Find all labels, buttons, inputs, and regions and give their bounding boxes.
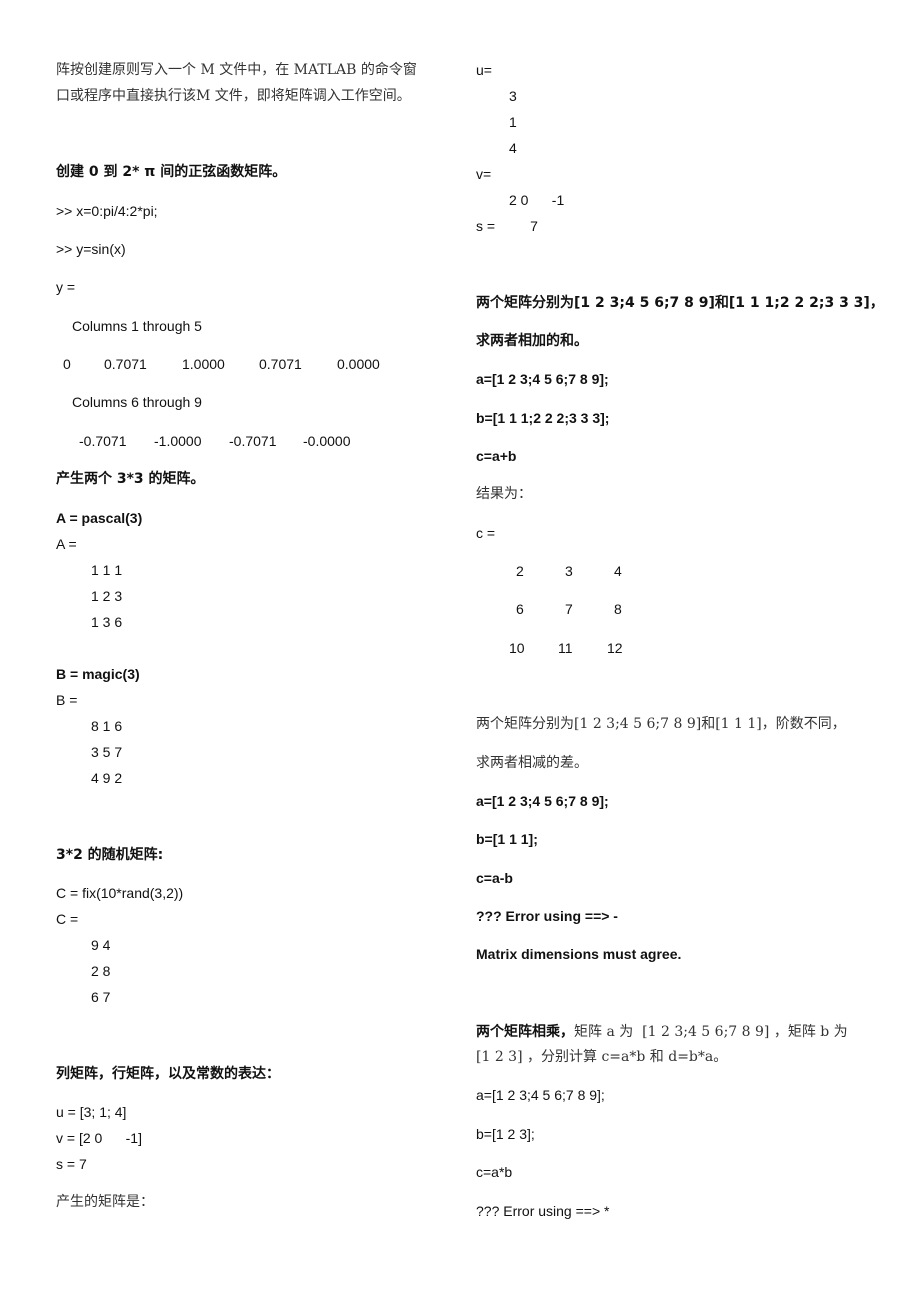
columns-6-9-label: Columns 6 through 9	[72, 394, 202, 410]
sine-cmd-1: >> x=0:pi/4:2*pi;	[56, 203, 158, 219]
matrix-value: 6	[516, 601, 524, 617]
addition-a-command: a=[1 2 3;4 5 6;7 8 9];	[476, 371, 609, 387]
matrix-b-label: B =	[56, 692, 78, 708]
addition-result-label: 结果为：	[476, 486, 532, 502]
matrix-b-row: 4 9 2	[91, 770, 123, 786]
subtraction-c-command: c=a-b	[476, 870, 513, 886]
intro-line-1: 阵按创建原则写入一个 M 文件中，在 MATLAB 的命令窗	[56, 62, 417, 78]
subtraction-heading-2: 求两者相减的差。	[476, 755, 588, 771]
three-by-three-heading: 产生两个 3*3 的矩阵。	[56, 471, 205, 487]
matrix-value: 0	[63, 356, 71, 372]
s-output: s = 7	[476, 218, 538, 234]
sine-heading: 创建 0 到 2* π 间的正弦函数矩阵。	[56, 164, 287, 180]
matrix-value: 4	[614, 563, 622, 579]
matrix-value: 12	[607, 640, 623, 656]
matrix-value: -0.7071	[229, 433, 277, 449]
subtraction-error-line-1: ??? Error using ==> -	[476, 908, 618, 924]
matrix-value: 2	[516, 563, 524, 579]
v-output-label: v=	[476, 166, 492, 182]
matrix-value: -0.0000	[303, 433, 351, 449]
matrix-value: 7	[565, 601, 573, 617]
u-output-label: u=	[476, 62, 492, 78]
u-value: 3	[509, 88, 517, 104]
matrix-value: -1.0000	[154, 433, 202, 449]
intro-line-2: 口或程序中直接执行该M 文件，即将矩阵调入工作空间。	[56, 88, 411, 104]
columns-1-5-label: Columns 1 through 5	[72, 318, 202, 334]
multiplication-b-command: b=[1 2 3];	[476, 1126, 535, 1142]
matrix-c-row: 9 4	[91, 937, 111, 953]
matrix-b-row: 8 1 6	[91, 718, 123, 734]
multiplication-error-line-1: ??? Error using ==> *	[476, 1203, 610, 1219]
matrix-a-row: 1 2 3	[91, 588, 123, 604]
result-label: 产生的矩阵是：	[56, 1194, 154, 1210]
magic-command: B = magic(3)	[56, 666, 140, 682]
u-value: 1	[509, 114, 517, 130]
matrix-c-label: C =	[56, 911, 79, 927]
matrix-a-row: 1 1 1	[91, 562, 123, 578]
matrix-b-row: 3 5 7	[91, 744, 123, 760]
v-output-values: 2 0 -1	[509, 192, 565, 208]
matrix-value: 8	[614, 601, 622, 617]
u-definition: u = [3; 1; 4]	[56, 1104, 127, 1120]
matrix-a-row: 1 3 6	[91, 614, 123, 630]
multiplication-c-command: c=a*b	[476, 1164, 513, 1180]
multiplication-a-command: a=[1 2 3;4 5 6;7 8 9];	[476, 1087, 605, 1103]
matrix-value: 10	[509, 640, 525, 656]
subtraction-error-line-2: Matrix dimensions must agree.	[476, 946, 682, 962]
matrix-value: 0.7071	[259, 356, 302, 372]
sine-output-label: y =	[56, 279, 76, 295]
multiplication-heading-1: 两个矩阵相乘，矩阵 a 为 [1 2 3;4 5 6;7 8 9] ，矩阵 b …	[476, 1022, 848, 1041]
matrix-c-row: 2 8	[91, 963, 111, 979]
matrix-value: 1.0000	[182, 356, 225, 372]
matrix-value: 0.0000	[337, 356, 380, 372]
matrix-value: 11	[558, 640, 573, 656]
addition-heading-1: 两个矩阵分别为[1 2 3;4 5 6;7 8 9]和[1 1 1;2 2 2;…	[476, 295, 884, 311]
multiplication-heading-rest: 矩阵 a 为 [1 2 3;4 5 6;7 8 9] ，矩阵 b 为	[574, 1024, 848, 1040]
subtraction-a-command: a=[1 2 3;4 5 6;7 8 9];	[476, 793, 609, 809]
matrix-value: 3	[565, 563, 573, 579]
random-command: C = fix(10*rand(3,2))	[56, 885, 184, 901]
matrix-a-label: A =	[56, 536, 77, 552]
addition-c-label: c =	[476, 525, 496, 541]
subtraction-heading-1: 两个矩阵分别为[1 2 3;4 5 6;7 8 9]和[1 1 1]，阶数不同，	[476, 716, 846, 732]
addition-heading-2: 求两者相加的和。	[476, 333, 588, 349]
sine-cmd-2: >> y=sin(x)	[56, 241, 126, 257]
v-definition: v = [2 0 -1]	[56, 1130, 142, 1146]
s-definition: s = 7	[56, 1156, 87, 1172]
u-value: 4	[509, 140, 517, 156]
multiplication-heading-bold: 两个矩阵相乘，	[476, 1024, 574, 1040]
addition-c-command: c=a+b	[476, 448, 517, 464]
matrix-value: -0.7071	[79, 433, 127, 449]
subtraction-b-command: b=[1 1 1];	[476, 831, 538, 847]
vectors-heading: 列矩阵，行矩阵，以及常数的表达：	[56, 1066, 280, 1082]
multiplication-heading-2: [1 2 3] ，分别计算 c=a*b 和 d=b*a。	[476, 1049, 728, 1065]
pascal-command: A = pascal(3)	[56, 510, 143, 526]
matrix-value: 0.7071	[104, 356, 147, 372]
addition-b-command: b=[1 1 1;2 2 2;3 3 3];	[476, 410, 610, 426]
matrix-c-row: 6 7	[91, 989, 111, 1005]
random-heading: 3*2 的随机矩阵:	[56, 847, 164, 863]
